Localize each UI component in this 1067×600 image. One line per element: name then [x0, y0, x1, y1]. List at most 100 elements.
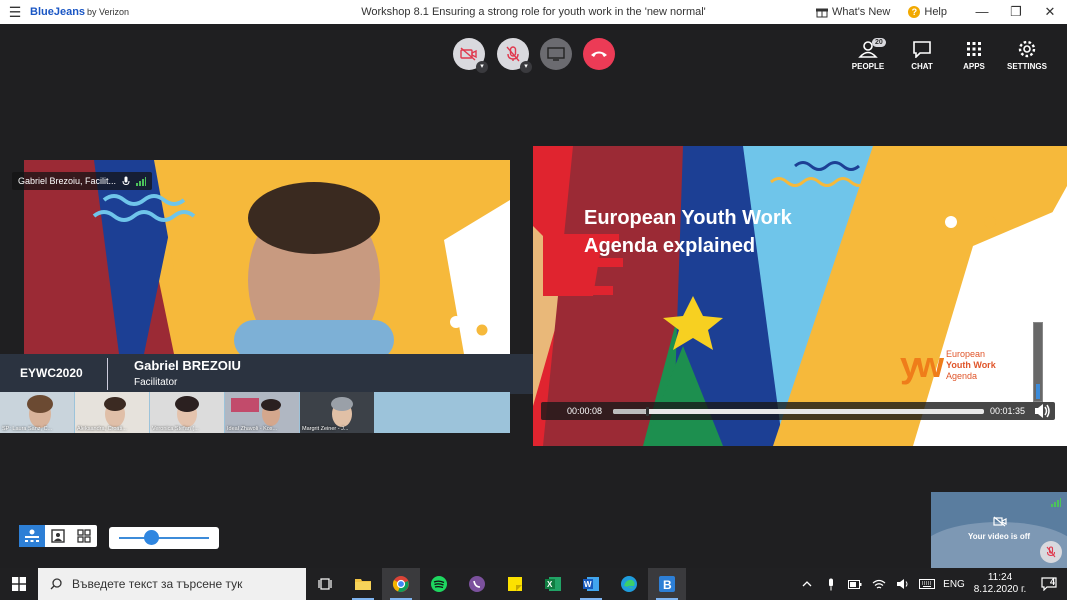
people-button[interactable]: 20 PEOPLE [844, 38, 892, 71]
participant-label: SP: Laura Sanz, C... [2, 426, 53, 432]
self-view[interactable]: Your video is off [931, 492, 1067, 568]
logo-mark: yw [900, 344, 944, 385]
hang-up-button[interactable] [583, 38, 615, 70]
logo-line: Agenda [946, 370, 978, 381]
wifi-icon [872, 579, 886, 588]
tray-language[interactable]: ENG [939, 568, 969, 600]
signal-strength-icon [136, 176, 147, 186]
restore-button[interactable]: ❐ [999, 0, 1033, 24]
minimize-button[interactable]: — [965, 0, 999, 24]
divider [107, 358, 108, 390]
chat-icon [913, 41, 931, 58]
whats-new-label: What's New [832, 6, 891, 18]
taskbar-file-explorer[interactable] [344, 568, 382, 600]
folder-icon [355, 579, 371, 590]
layout-gallery-button[interactable] [71, 525, 97, 547]
shared-content-video[interactable] [533, 146, 1067, 446]
tray-microphone[interactable] [819, 568, 843, 600]
event-brand: EYWC2020 [20, 366, 83, 380]
system-tray: ENG 11:24 8.12.2020 г. 4 [795, 568, 1067, 600]
keyboard-icon [919, 579, 935, 589]
logo-line: Youth Work [946, 359, 996, 370]
current-time: 00:00:08 [567, 406, 603, 416]
layout-selector [19, 525, 97, 547]
taskbar-search-box[interactable]: Въведете текст за търсене тук [38, 568, 306, 600]
slide-background [533, 146, 1067, 446]
whats-new-button[interactable]: What's New [816, 6, 890, 18]
camera-toggle-button[interactable]: ▾ [453, 38, 488, 73]
speaker-layout-icon [25, 529, 39, 542]
help-button[interactable]: ? Help [908, 6, 947, 18]
battery-icon [848, 579, 862, 589]
speaker-name-chip: Gabriel Brezoiu, Facilit... [12, 172, 153, 190]
taskbar-excel[interactable]: X [534, 568, 572, 600]
taskbar-word[interactable]: W [572, 568, 610, 600]
close-button[interactable]: ✕ [1033, 0, 1067, 24]
mic-off-icon [1046, 546, 1056, 558]
layout-speaker-button[interactable] [19, 525, 45, 547]
person-frame-icon [51, 529, 65, 543]
participant-thumbnail[interactable]: SP: Laura Sanz, C... [0, 392, 74, 433]
logo-text: European Youth Work Agenda [946, 349, 996, 382]
svg-text:B: B [663, 578, 672, 592]
start-button[interactable] [0, 568, 38, 600]
taskbar-edge[interactable] [610, 568, 648, 600]
participant-label: Ideal Zhavoli - Kos... [227, 426, 278, 432]
chevron-down-icon[interactable]: ▾ [476, 61, 488, 73]
taskbar-viber[interactable] [458, 568, 496, 600]
participant-thumbnail[interactable]: Aleksandra, Croati... [75, 392, 149, 433]
taskbar-bluejeans[interactable]: B [648, 568, 686, 600]
app-logo-suffix: by Verizon [87, 7, 130, 17]
task-view-button[interactable] [306, 568, 344, 600]
zoom-slider[interactable] [109, 527, 219, 549]
search-icon [50, 578, 62, 590]
chat-button[interactable]: CHAT [898, 40, 946, 71]
taskbar-sticky-notes[interactable] [496, 568, 534, 600]
participant-thumbnail[interactable]: Ideal Zhavoli - Kos... [225, 392, 299, 433]
layout-people-button[interactable] [45, 525, 71, 547]
speaker-name: Gabriel BREZOIU [134, 358, 241, 373]
tray-battery[interactable] [843, 568, 867, 600]
windows-logo-icon [12, 577, 26, 591]
taskbar-spotify[interactable] [420, 568, 458, 600]
duration-time: 00:01:35 [990, 406, 1026, 416]
video-off-message: Your video is off [967, 532, 1031, 541]
participant-strip: SP: Laura Sanz, C... Aleksandra, Croati.… [0, 392, 510, 433]
screen-share-button[interactable] [540, 38, 572, 70]
taskbar-chrome[interactable] [382, 568, 420, 600]
self-mic-button[interactable] [1040, 541, 1062, 563]
gallery-grid-icon [77, 529, 91, 543]
mic-off-icon [506, 46, 520, 62]
participant-label: Aleksandra, Croati... [77, 426, 127, 432]
clock-time: 11:24 [987, 572, 1013, 583]
mic-icon [122, 176, 130, 186]
seek-bar[interactable] [613, 407, 984, 416]
participant-thumbnail[interactable]: Margrit Zeiner - J... [300, 392, 374, 433]
tray-wifi[interactable] [867, 568, 891, 600]
tray-overflow-button[interactable] [795, 568, 819, 600]
people-label: PEOPLE [851, 62, 885, 71]
action-center-button[interactable]: 4 [1031, 568, 1067, 600]
apps-button[interactable]: APPS [950, 40, 998, 71]
tray-volume[interactable] [891, 568, 915, 600]
hamburger-menu-icon[interactable]: ☰ [0, 4, 30, 21]
task-view-icon [318, 578, 332, 590]
volume-icon[interactable] [1033, 403, 1051, 419]
mic-toggle-button[interactable]: ▾ [497, 38, 532, 73]
volume-slider[interactable] [1033, 322, 1043, 402]
tray-keyboard[interactable] [915, 568, 939, 600]
clock-date: 8.12.2020 г. [973, 584, 1027, 595]
mic-icon [829, 578, 833, 590]
people-count-badge: 20 [872, 38, 886, 47]
zoom-slider-handle[interactable] [143, 530, 159, 545]
spotify-icon [431, 576, 447, 592]
settings-button[interactable]: SETTINGS [1003, 40, 1051, 71]
logo-line: European [946, 348, 986, 359]
app-logo: BlueJeans by Verizon [30, 6, 129, 18]
seek-handle[interactable] [646, 407, 650, 416]
zoom-slider-track [119, 537, 209, 539]
participant-thumbnail[interactable]: Veronica Stefan (... [150, 392, 224, 433]
hang-up-icon [591, 51, 607, 57]
chevron-down-icon[interactable]: ▾ [520, 61, 532, 73]
tray-clock[interactable]: 11:24 8.12.2020 г. [969, 572, 1031, 596]
